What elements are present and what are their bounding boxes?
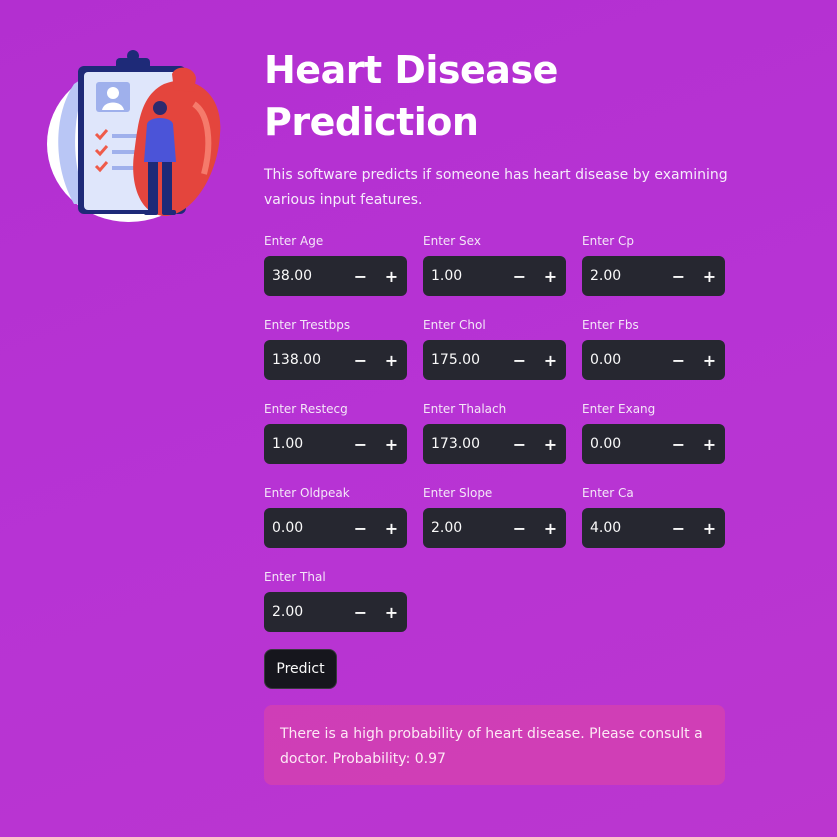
- plus-icon[interactable]: +: [376, 340, 407, 380]
- minus-icon[interactable]: −: [345, 256, 376, 296]
- minus-icon[interactable]: −: [663, 508, 694, 548]
- field-label: Enter Fbs: [582, 318, 639, 332]
- minus-icon[interactable]: −: [345, 340, 376, 380]
- number-input[interactable]: 173.00− +: [423, 424, 566, 464]
- number-input[interactable]: 0.00− +: [582, 424, 725, 464]
- number-input-field: Enter Ca 4.00− +: [582, 486, 725, 548]
- number-input[interactable]: 0.00− +: [582, 340, 725, 380]
- heart-clipboard-doctor-illustration: [47, 50, 221, 222]
- number-input-value[interactable]: 4.00: [582, 520, 663, 536]
- number-input[interactable]: 1.00− +: [264, 424, 407, 464]
- number-input-field: Enter Thal 2.00− +: [264, 570, 407, 632]
- number-input-field: Enter Restecg 1.00− +: [264, 402, 407, 464]
- number-input-value[interactable]: 1.00: [423, 268, 504, 284]
- plus-icon[interactable]: +: [376, 424, 407, 464]
- number-input-field: Enter Slope 2.00− +: [423, 486, 566, 548]
- field-label: Enter Sex: [423, 234, 481, 248]
- field-label: Enter Chol: [423, 318, 486, 332]
- minus-icon[interactable]: −: [345, 424, 376, 464]
- number-input[interactable]: 4.00− +: [582, 508, 725, 548]
- number-input[interactable]: 0.00− +: [264, 508, 407, 548]
- number-input-field: Enter Thalach 173.00− +: [423, 402, 566, 464]
- minus-icon[interactable]: −: [504, 256, 535, 296]
- minus-icon[interactable]: −: [663, 256, 694, 296]
- number-input-field: Enter Oldpeak 0.00− +: [264, 486, 407, 548]
- number-input-value[interactable]: 38.00: [264, 268, 345, 284]
- number-input-value[interactable]: 2.00: [582, 268, 663, 284]
- field-label: Enter Age: [264, 234, 324, 248]
- number-input[interactable]: 2.00− +: [423, 508, 566, 548]
- minus-icon[interactable]: −: [504, 340, 535, 380]
- minus-icon[interactable]: −: [504, 508, 535, 548]
- number-input[interactable]: 1.00− +: [423, 256, 566, 296]
- field-label: Enter Cp: [582, 234, 635, 248]
- field-label: Enter Exang: [582, 402, 656, 416]
- minus-icon[interactable]: −: [345, 508, 376, 548]
- field-label: Enter Slope: [423, 486, 493, 500]
- number-input-field: Enter Fbs 0.00− +: [582, 318, 725, 380]
- number-input-value[interactable]: 1.00: [264, 436, 345, 452]
- number-input-field: Enter Sex 1.00− +: [423, 234, 566, 296]
- number-input-value[interactable]: 0.00: [582, 352, 663, 368]
- number-input-field: Enter Age 38.00− +: [264, 234, 407, 296]
- minus-icon[interactable]: −: [663, 340, 694, 380]
- page-title: Heart Disease Prediction: [264, 48, 558, 144]
- number-input-value[interactable]: 2.00: [264, 604, 345, 620]
- number-input-value[interactable]: 2.00: [423, 520, 504, 536]
- number-input[interactable]: 2.00− +: [582, 256, 725, 296]
- minus-icon[interactable]: −: [504, 424, 535, 464]
- number-input-field: Enter Chol 175.00− +: [423, 318, 566, 380]
- number-input-value[interactable]: 138.00: [264, 352, 345, 368]
- minus-icon[interactable]: −: [663, 424, 694, 464]
- field-label: Enter Ca: [582, 486, 634, 500]
- plus-icon[interactable]: +: [694, 424, 725, 464]
- number-input[interactable]: 175.00− +: [423, 340, 566, 380]
- plus-icon[interactable]: +: [376, 592, 407, 632]
- plus-icon[interactable]: +: [535, 424, 566, 464]
- plus-icon[interactable]: +: [694, 256, 725, 296]
- field-label: Enter Thal: [264, 570, 326, 584]
- field-label: Enter Restecg: [264, 402, 348, 416]
- number-input-field: Enter Cp 2.00− +: [582, 234, 725, 296]
- page-description: This software predicts if someone has he…: [264, 167, 728, 208]
- field-label: Enter Oldpeak: [264, 486, 350, 500]
- number-input[interactable]: 2.00− +: [264, 592, 407, 632]
- number-input-field: Enter Trestbps 138.00− +: [264, 318, 407, 380]
- minus-icon[interactable]: −: [345, 592, 376, 632]
- result-alert: There is a high probability of heart dis…: [264, 705, 725, 785]
- number-input-field: Enter Exang 0.00− +: [582, 402, 725, 464]
- number-input-value[interactable]: 0.00: [264, 520, 345, 536]
- number-input-value[interactable]: 173.00: [423, 436, 504, 452]
- number-input[interactable]: 38.00− +: [264, 256, 407, 296]
- number-input[interactable]: 138.00− +: [264, 340, 407, 380]
- predict-button[interactable]: Predict: [264, 649, 337, 689]
- plus-icon[interactable]: +: [694, 340, 725, 380]
- plus-icon[interactable]: +: [535, 508, 566, 548]
- plus-icon[interactable]: +: [694, 508, 725, 548]
- plus-icon[interactable]: +: [376, 256, 407, 296]
- field-label: Enter Trestbps: [264, 318, 351, 332]
- plus-icon[interactable]: +: [535, 340, 566, 380]
- plus-icon[interactable]: +: [535, 256, 566, 296]
- number-input-value[interactable]: 0.00: [582, 436, 663, 452]
- number-input-value[interactable]: 175.00: [423, 352, 504, 368]
- plus-icon[interactable]: +: [376, 508, 407, 548]
- field-label: Enter Thalach: [423, 402, 507, 416]
